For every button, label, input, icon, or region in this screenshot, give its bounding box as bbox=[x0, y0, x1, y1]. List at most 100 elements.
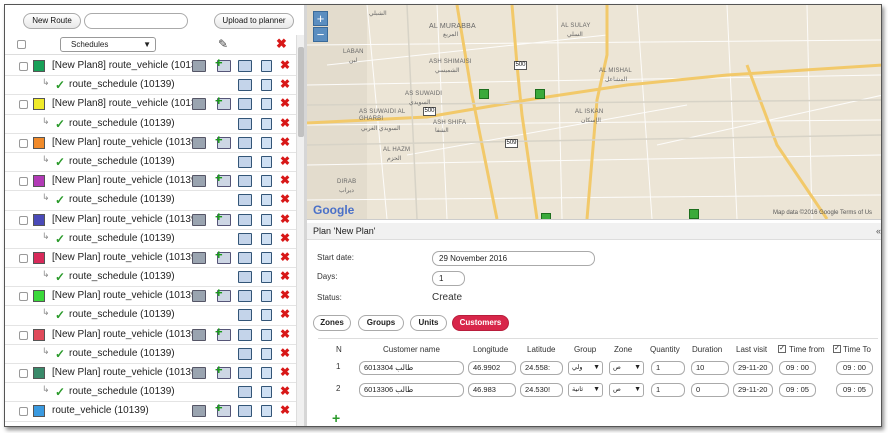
route-checkbox[interactable] bbox=[19, 177, 28, 187]
schedule-grid-icon[interactable] bbox=[238, 136, 252, 149]
route-color-swatch[interactable] bbox=[33, 175, 45, 188]
document-icon[interactable] bbox=[261, 194, 272, 207]
truck-icon[interactable] bbox=[192, 213, 206, 226]
customer-marker-icon[interactable] bbox=[689, 209, 699, 219]
route-checkbox[interactable] bbox=[19, 369, 28, 378]
document-icon[interactable] bbox=[261, 98, 272, 111]
route-checkbox[interactable] bbox=[19, 253, 28, 263]
route-row[interactable]: [New Plan] route_vehicle (10139) ✖ bbox=[5, 209, 296, 230]
schedule-grid-icon[interactable] bbox=[238, 367, 252, 379]
route-color-swatch[interactable] bbox=[33, 405, 45, 418]
schedule-row[interactable]: ↳ ✓ route_schedule (10139) ✖ bbox=[5, 115, 296, 134]
document-icon[interactable] bbox=[261, 367, 272, 379]
schedule-grid-icon[interactable] bbox=[238, 175, 252, 188]
customer-name-input[interactable]: 6013306 طالب bbox=[359, 383, 464, 397]
longitude-input[interactable]: 46.983 bbox=[468, 383, 516, 397]
route-checkbox[interactable] bbox=[19, 138, 28, 148]
customer-name-input[interactable]: 6013304 طالب bbox=[359, 361, 464, 375]
duration-input[interactable]: 0 bbox=[691, 383, 729, 397]
new-route-button[interactable]: New Route bbox=[23, 13, 81, 29]
schedule-grid-icon[interactable] bbox=[238, 290, 252, 303]
route-row[interactable]: [New Plan] route_vehicle (10139) ✖ bbox=[5, 362, 296, 384]
route-color-swatch[interactable] bbox=[33, 136, 45, 149]
route-checkbox[interactable] bbox=[19, 62, 28, 71]
tab-groups[interactable]: Groups bbox=[358, 315, 404, 331]
schedule-row[interactable]: ↳ ✓ route_schedule (10139) ✖ bbox=[5, 268, 296, 288]
delete-route-icon[interactable]: ✖ bbox=[280, 250, 290, 264]
delete-schedule-icon[interactable]: ✖ bbox=[280, 77, 290, 91]
document-icon[interactable] bbox=[261, 386, 272, 399]
route-checkbox[interactable] bbox=[19, 292, 28, 302]
route-color-swatch[interactable] bbox=[33, 328, 45, 341]
schedule-grid-icon[interactable] bbox=[238, 386, 252, 399]
document-icon[interactable] bbox=[261, 405, 272, 418]
add-stop-icon[interactable] bbox=[215, 55, 231, 72]
schedule-grid-icon[interactable] bbox=[238, 194, 252, 207]
document-icon[interactable] bbox=[261, 290, 272, 303]
zone-select[interactable]: ص ▼ bbox=[609, 383, 644, 397]
document-icon[interactable] bbox=[261, 213, 272, 226]
longitude-input[interactable]: 46.9902 bbox=[468, 361, 516, 375]
schedule-row[interactable]: ↳ ✓ route_schedule (10139) ✖ bbox=[5, 153, 296, 173]
schedule-row[interactable]: ↳ ✓ route_schedule (10139) ✖ bbox=[5, 383, 296, 403]
truck-icon[interactable] bbox=[192, 367, 206, 379]
truck-icon[interactable] bbox=[192, 60, 206, 72]
add-stop-icon[interactable] bbox=[215, 324, 231, 341]
route-checkbox[interactable] bbox=[19, 100, 28, 110]
select-all-checkbox[interactable] bbox=[17, 40, 26, 49]
route-row[interactable]: route_vehicle (10139) ✖ bbox=[5, 400, 296, 422]
add-stop-icon[interactable] bbox=[215, 209, 231, 226]
time-to-input[interactable]: 09 : 05 bbox=[836, 383, 873, 397]
add-stop-icon[interactable] bbox=[215, 93, 231, 111]
route-name-input[interactable] bbox=[84, 13, 188, 29]
delete-route-icon[interactable]: ✖ bbox=[280, 135, 290, 149]
delete-route-icon[interactable]: ✖ bbox=[280, 58, 290, 72]
route-color-swatch[interactable] bbox=[33, 98, 45, 111]
schedule-grid-icon[interactable] bbox=[238, 271, 252, 284]
group-select[interactable]: ولي ▼ bbox=[568, 361, 603, 375]
document-icon[interactable] bbox=[261, 136, 272, 149]
upload-to-planner-button[interactable]: Upload to planner bbox=[214, 13, 294, 29]
truck-icon[interactable] bbox=[192, 175, 206, 188]
schedule-grid-icon[interactable] bbox=[238, 213, 252, 226]
delete-route-icon[interactable]: ✖ bbox=[280, 173, 290, 187]
truck-icon[interactable] bbox=[192, 136, 206, 149]
document-icon[interactable] bbox=[261, 117, 272, 130]
time-from-checkbox[interactable]: ✓ bbox=[778, 345, 786, 353]
delete-route-icon[interactable]: ✖ bbox=[280, 403, 290, 417]
map-attribution[interactable]: Map data ©2016 Google Terms of Us bbox=[773, 210, 872, 216]
last-visit-input[interactable]: 29-11-20 bbox=[733, 383, 773, 397]
document-icon[interactable] bbox=[261, 175, 272, 188]
delete-schedule-icon[interactable]: ✖ bbox=[280, 192, 290, 206]
schedule-grid-icon[interactable] bbox=[238, 347, 252, 360]
latitude-input[interactable]: 24.530! bbox=[520, 383, 563, 397]
document-icon[interactable] bbox=[261, 271, 272, 284]
add-customer-icon[interactable]: + bbox=[332, 410, 340, 426]
document-icon[interactable] bbox=[261, 328, 272, 341]
days-input[interactable]: 1 bbox=[432, 271, 465, 286]
route-color-swatch[interactable] bbox=[33, 367, 45, 379]
add-stop-icon[interactable] bbox=[215, 285, 231, 303]
route-row[interactable]: [New Plan] route_vehicle (10139) ✖ bbox=[5, 324, 296, 345]
zone-select[interactable]: ص ▼ bbox=[609, 361, 644, 375]
schedule-row[interactable]: ↳ ✓ route_schedule (10139) ✖ bbox=[5, 345, 296, 364]
add-stop-icon[interactable] bbox=[215, 132, 231, 149]
route-color-swatch[interactable] bbox=[33, 290, 45, 303]
delete-all-icon[interactable]: ✖ bbox=[276, 36, 287, 52]
schedule-grid-icon[interactable] bbox=[238, 155, 252, 168]
route-checkbox[interactable] bbox=[19, 215, 28, 225]
delete-schedule-icon[interactable]: ✖ bbox=[280, 231, 290, 245]
duration-input[interactable]: 10 bbox=[691, 361, 729, 375]
collapse-icon[interactable]: « bbox=[876, 223, 881, 240]
delete-schedule-icon[interactable]: ✖ bbox=[280, 116, 290, 130]
delete-route-icon[interactable]: ✖ bbox=[280, 365, 290, 379]
schedule-grid-icon[interactable] bbox=[238, 117, 252, 130]
route-row[interactable]: [New Plan] route_vehicle (10139) ✖ bbox=[5, 285, 296, 307]
schedule-grid-icon[interactable] bbox=[238, 79, 252, 92]
delete-route-icon[interactable]: ✖ bbox=[280, 327, 290, 341]
route-row[interactable]: [New Plan] route_vehicle (10139) ✖ bbox=[5, 132, 296, 153]
tab-customers[interactable]: Customers bbox=[452, 315, 509, 331]
route-row[interactable]: [New Plan] route_vehicle (10139) ✖ bbox=[5, 170, 296, 192]
last-visit-input[interactable]: 29-11-20 bbox=[733, 361, 773, 375]
tools-icon[interactable]: ✎ bbox=[218, 37, 228, 51]
